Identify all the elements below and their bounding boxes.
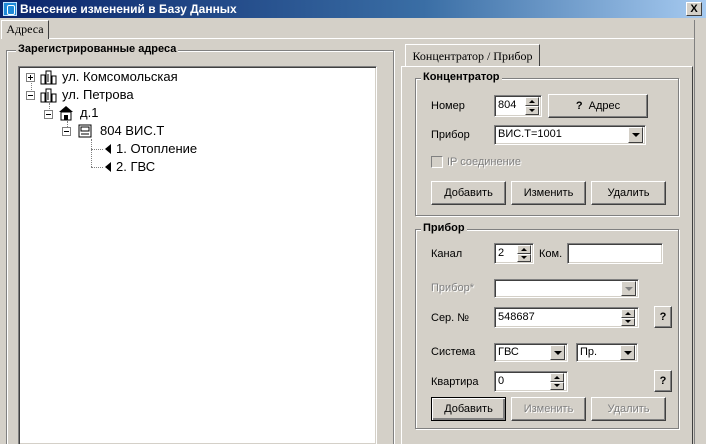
system2-value: Пр.: [580, 346, 598, 358]
tree-node[interactable]: 1. Отопление: [104, 141, 244, 157]
tree-node-label: ул. Комсомольская: [62, 69, 178, 84]
channel-label: Канал: [431, 248, 463, 260]
serial-spinner[interactable]: [621, 309, 635, 326]
address-button-label: Адрес: [588, 100, 621, 112]
addresses-group-title: Зарегистрированные адреса: [16, 43, 179, 55]
device-edit-button[interactable]: Изменить: [511, 397, 586, 421]
tab-concentrator-device-label: Концентратор / Прибор: [412, 49, 533, 63]
tree-node[interactable]: 2. ГВС: [104, 159, 204, 175]
device-delete-button[interactable]: Удалить: [591, 397, 666, 421]
tree-node[interactable]: ул. Комсомольская: [26, 69, 216, 85]
expand-icon[interactable]: [26, 73, 35, 82]
channel-field[interactable]: 2: [494, 243, 534, 264]
tab-concentrator-device[interactable]: Концентратор / Прибор: [405, 44, 540, 67]
concentrator-number-field[interactable]: 804: [494, 95, 542, 117]
tab-line: [49, 38, 706, 39]
title-bar: Внесение изменений в Базу Данных X: [0, 0, 706, 18]
tab-addresses-label: Адреса: [6, 22, 44, 36]
tree-node[interactable]: ул. Петрова: [26, 87, 216, 103]
concentrator-number-label: Номер: [431, 100, 465, 112]
concentrator-edit-button[interactable]: Изменить: [511, 181, 586, 205]
spin-up-icon[interactable]: [621, 309, 635, 318]
close-button[interactable]: X: [686, 2, 702, 16]
serial-help-button[interactable]: ?: [654, 306, 672, 328]
address-button[interactable]: ? Адрес: [548, 94, 648, 118]
spin-down-icon[interactable]: [550, 381, 564, 390]
serial-field[interactable]: 548687: [494, 307, 639, 328]
concentrator-add-button[interactable]: Добавить: [431, 181, 506, 205]
ip-checkbox-label: IP соединение: [447, 156, 521, 168]
apartment-label: Квартира: [431, 376, 479, 388]
serial-label: Сер. №: [431, 312, 470, 324]
collapse-icon[interactable]: [26, 91, 35, 100]
system2-select[interactable]: Пр.: [576, 343, 638, 362]
system-select[interactable]: ГВС: [494, 343, 568, 362]
spin-down-icon[interactable]: [525, 106, 539, 115]
tree-node-label: 804 ВИС.Т: [100, 123, 165, 138]
concentrator-number-value: 804: [498, 99, 517, 111]
device-add-button[interactable]: Добавить: [431, 397, 506, 421]
buildings-icon: [40, 70, 57, 85]
concentrator-number-spinner[interactable]: [525, 97, 539, 115]
concentrator-delete-button[interactable]: Удалить: [591, 181, 666, 205]
chevron-down-icon[interactable]: [550, 345, 565, 360]
apartment-spinner[interactable]: [550, 373, 564, 390]
channel-spinner[interactable]: [517, 245, 531, 262]
ip-checkbox[interactable]: [431, 156, 443, 168]
channel-value: 2: [498, 247, 505, 259]
app-icon: [3, 2, 17, 16]
tab-addresses[interactable]: Адреса: [1, 20, 49, 39]
collapse-icon[interactable]: [44, 110, 53, 119]
tree-scrollbar[interactable]: [377, 66, 379, 444]
question-icon: ?: [575, 100, 583, 112]
tree-node-label: 1. Отопление: [116, 141, 198, 156]
chevron-down-icon[interactable]: [620, 345, 635, 360]
house-icon: [59, 106, 73, 121]
apartment-value: 0: [498, 375, 505, 387]
serial-value: 548687: [498, 311, 535, 323]
tree-node-label: 2. ГВС: [116, 159, 156, 174]
spin-up-icon[interactable]: [517, 245, 531, 254]
apartment-help-button[interactable]: ?: [654, 370, 672, 392]
com-field[interactable]: [567, 243, 663, 264]
concentrator-device-label: Прибор: [431, 129, 470, 141]
system-value: ГВС: [498, 346, 519, 358]
tree-node[interactable]: 804 ВИС.Т: [62, 123, 202, 139]
system-label: Система: [431, 346, 476, 358]
channel-arrow-icon: [105, 144, 111, 154]
tree-node-label: ул. Петрова: [62, 87, 134, 102]
device-group-title: Прибор: [421, 222, 467, 234]
concentrator-device-select[interactable]: ВИС.Т=1001: [494, 125, 646, 145]
spin-up-icon[interactable]: [525, 97, 539, 106]
chevron-down-icon[interactable]: [628, 127, 643, 143]
tree-node-label: д.1: [80, 105, 99, 120]
collapse-icon[interactable]: [62, 127, 71, 136]
window-right-edge: [694, 20, 706, 444]
chevron-down-icon[interactable]: [621, 281, 636, 296]
device-type-label: Прибор*: [431, 282, 474, 294]
spin-down-icon[interactable]: [517, 253, 531, 262]
apartment-field[interactable]: 0: [494, 371, 568, 392]
device-type-select[interactable]: [494, 279, 639, 298]
com-label: Ком.: [539, 248, 563, 260]
window-title: Внесение изменений в Базу Данных: [20, 2, 237, 16]
spin-down-icon[interactable]: [621, 317, 635, 326]
tree-node[interactable]: д.1: [44, 105, 164, 121]
spin-up-icon[interactable]: [550, 373, 564, 382]
device-icon: [78, 124, 92, 138]
concentrator-device-value: ВИС.Т=1001: [498, 128, 562, 140]
concentrator-group-title: Концентратор: [421, 71, 502, 83]
channel-arrow-icon: [105, 162, 111, 172]
buildings-icon: [40, 88, 57, 103]
